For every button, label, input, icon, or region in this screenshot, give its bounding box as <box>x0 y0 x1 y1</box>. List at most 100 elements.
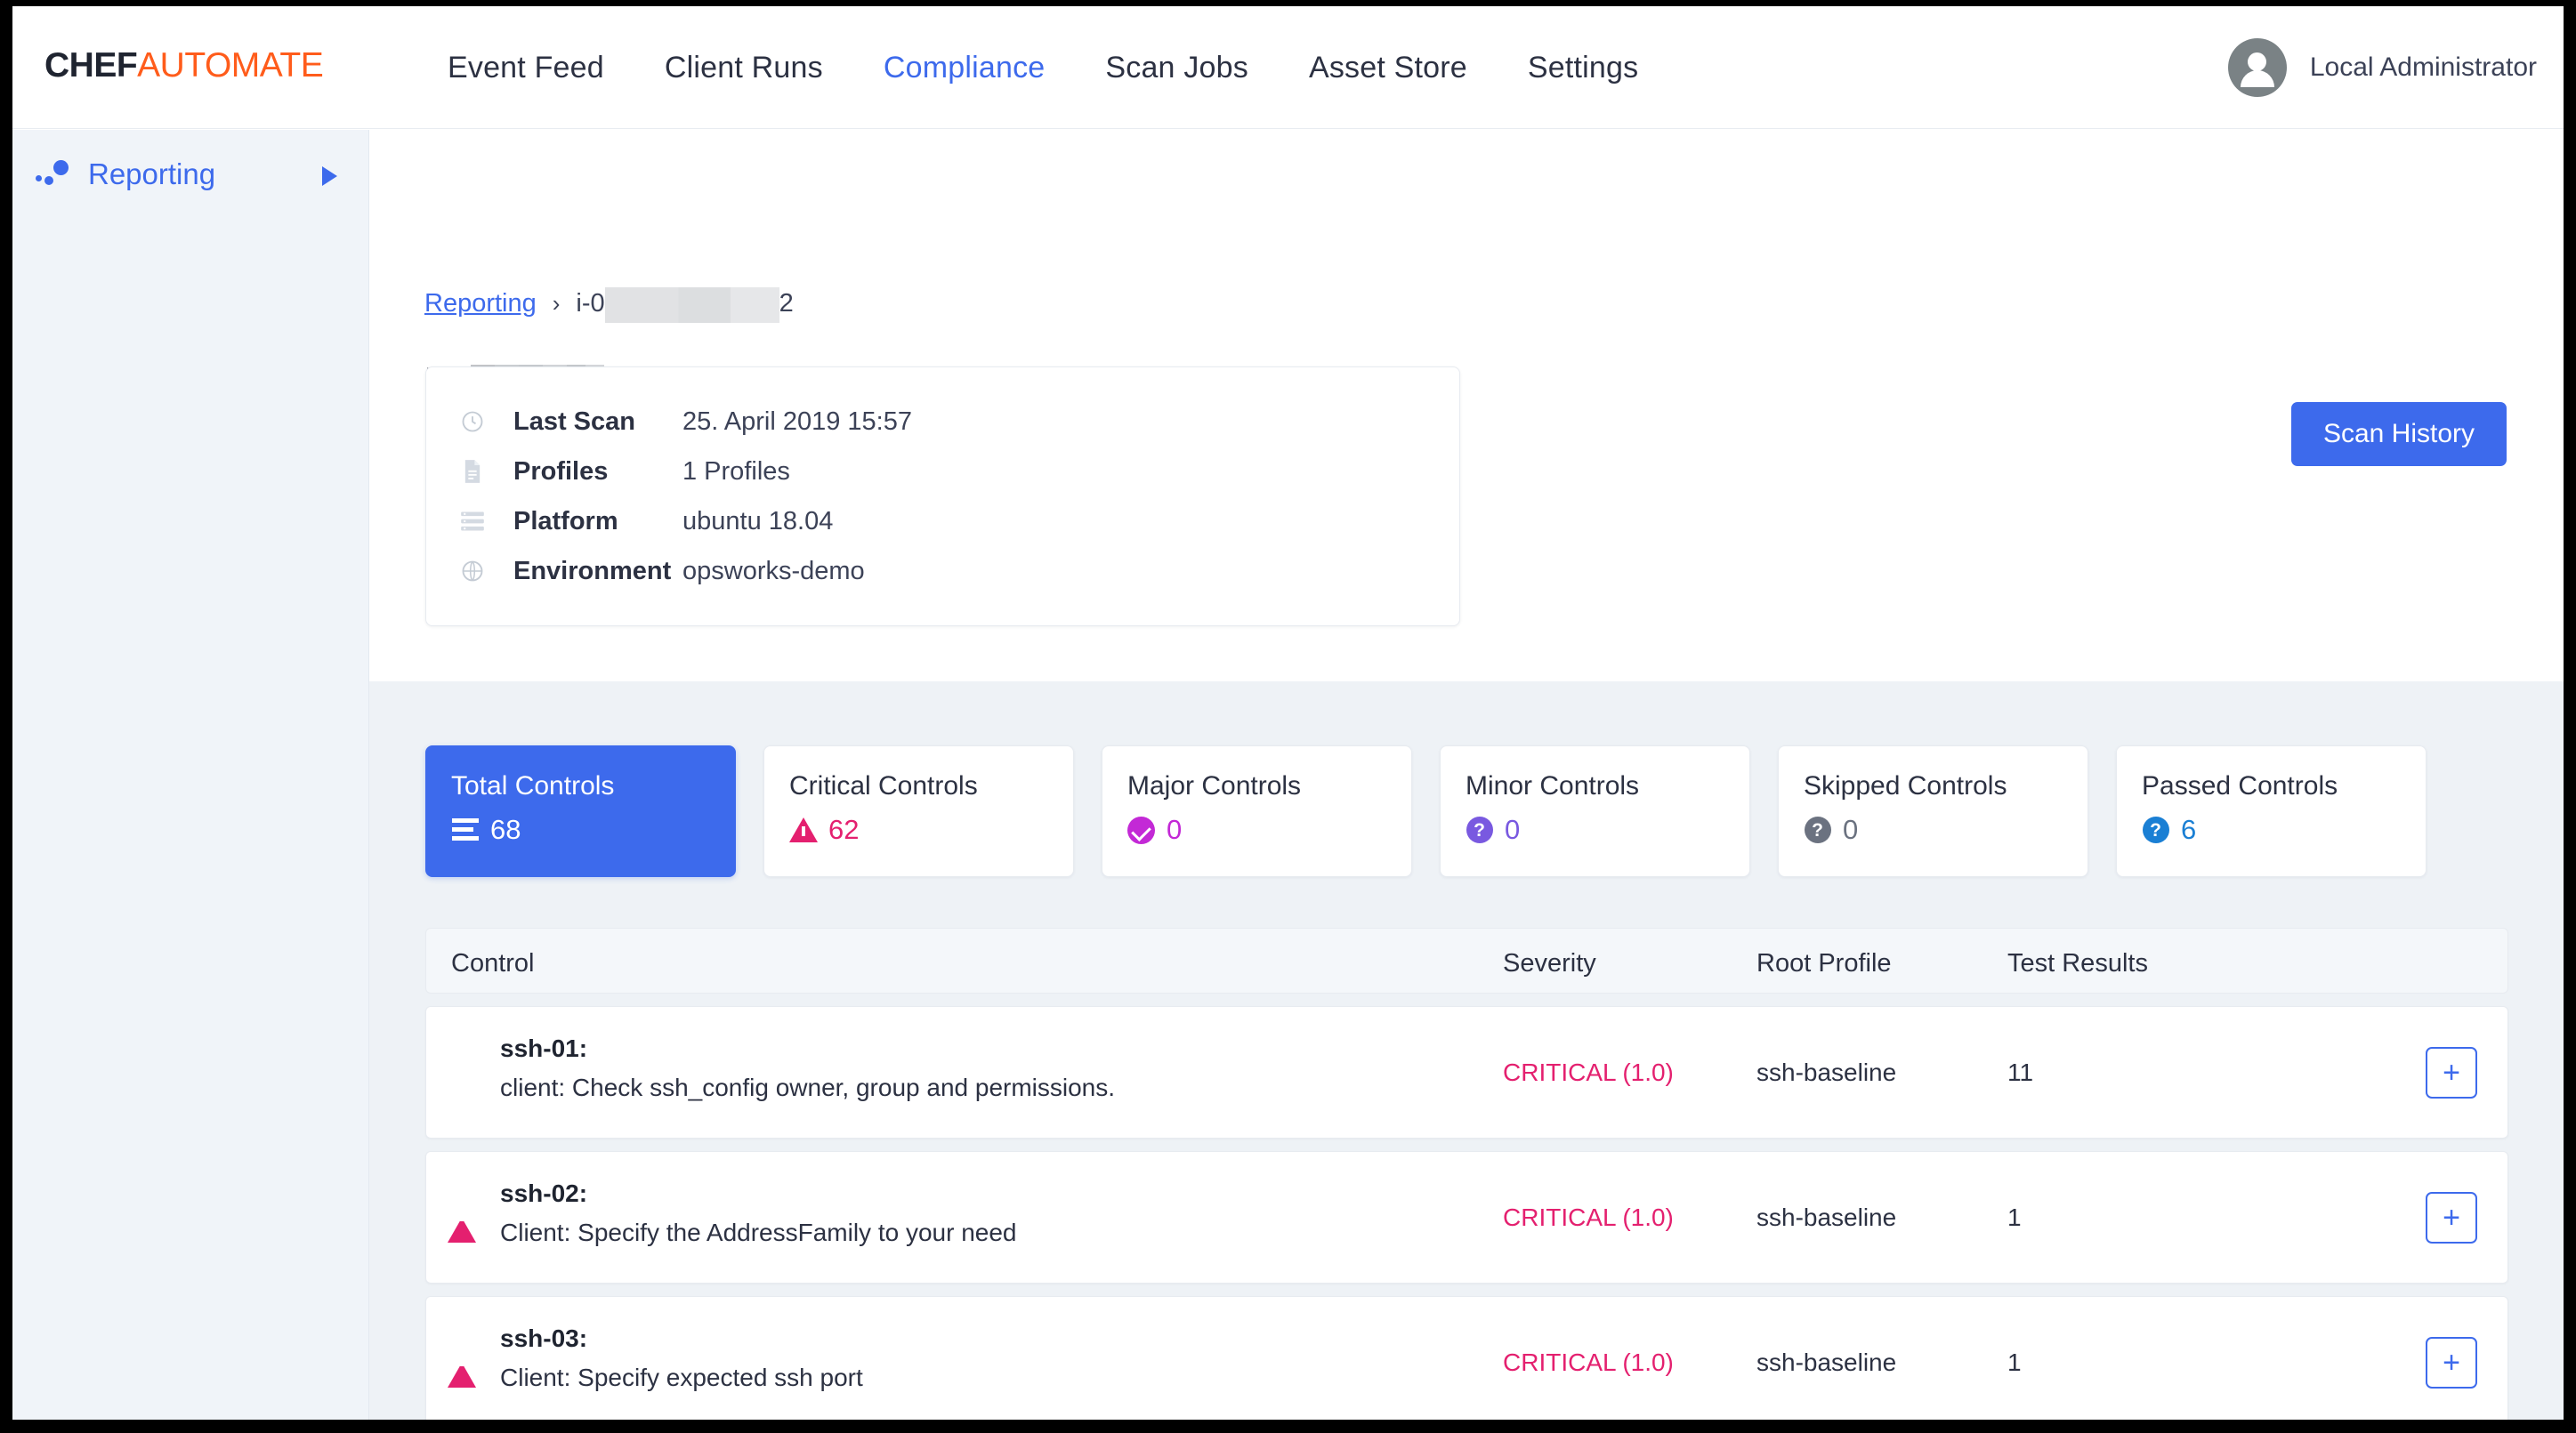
row-expand-button[interactable]: + <box>2426 1337 2477 1389</box>
stat-card-passed-controls[interactable]: Passed Controls ? 6 <box>2116 745 2427 877</box>
left-sidebar: Reporting <box>12 130 369 1420</box>
stat-value-minor-controls: 0 <box>1505 814 1521 845</box>
stat-title-minor-controls: Minor Controls <box>1466 771 1640 801</box>
stat-value-row-minor: ? 0 <box>1466 814 1749 846</box>
row-test-results: 11 <box>2007 1059 2034 1086</box>
stat-value-row-skipped: ? 0 <box>1804 814 2087 846</box>
row-control-description: Client: Specify expected ssh port <box>500 1364 863 1391</box>
stat-card-critical-controls[interactable]: Critical Controls 62 <box>763 745 1074 877</box>
server-list-icon <box>458 507 487 535</box>
screenshot-frame: CHEFAUTOMATE Event Feed Client Runs Comp… <box>0 0 2576 1433</box>
stat-card-skipped-controls[interactable]: Skipped Controls ? 0 <box>1778 745 2088 877</box>
caret-right-icon[interactable] <box>322 166 337 186</box>
info-value-last-scan: 25. April 2019 15:57 <box>682 407 912 436</box>
row-severity: CRITICAL (1.0) <box>1503 1348 1674 1376</box>
nav-item-compliance[interactable]: Compliance <box>853 51 1076 85</box>
breadcrumb-current-suffix: 2 <box>779 288 794 318</box>
row-control-id: ssh-01: <box>500 1034 588 1062</box>
nav-item-client-runs[interactable]: Client Runs <box>634 51 853 85</box>
info-value-environment: opsworks-demo <box>682 556 865 585</box>
row-control-id: ssh-03: <box>500 1324 588 1352</box>
info-row-platform: Platform ubuntu 18.04 <box>426 496 1459 546</box>
breadcrumb-current-prefix: i-0 <box>576 288 605 318</box>
breadcrumb-link-reporting[interactable]: Reporting <box>424 289 537 318</box>
table-row[interactable]: ssh-02: Client: Specify the AddressFamil… <box>425 1151 2508 1284</box>
row-test-results: 1 <box>2007 1204 2022 1231</box>
dot-large <box>53 160 69 175</box>
row-expand-button[interactable]: + <box>2426 1047 2477 1099</box>
row-root-profile: ssh-baseline <box>1756 1059 1897 1086</box>
question-circle-icon: ? <box>1804 817 1831 844</box>
info-value-profiles: 1 Profiles <box>682 456 790 486</box>
breadcrumb-separator-icon: › <box>552 289 561 317</box>
row-test-results: 1 <box>2007 1348 2022 1376</box>
stat-value-major-controls: 0 <box>1167 814 1183 845</box>
check-circle-icon <box>448 1058 478 1088</box>
info-label-profiles: Profiles <box>513 456 609 486</box>
breadcrumb: Reporting › i-0 2 <box>424 286 794 323</box>
stat-title-total-controls: Total Controls <box>451 771 615 801</box>
row-control-description: Client: Specify the AddressFamily to you… <box>500 1219 1017 1246</box>
info-row-last-scan: Last Scan 25. April 2019 15:57 <box>426 397 1459 447</box>
stat-value-skipped-controls: 0 <box>1843 814 1859 845</box>
stat-card-total-controls[interactable]: Total Controls 68 <box>425 745 736 877</box>
stat-value-critical-controls: 62 <box>828 814 860 845</box>
node-info-card: Last Scan 25. April 2019 15:57 Profiles … <box>425 366 1460 626</box>
breadcrumb-redaction-block <box>604 287 779 323</box>
table-header-row: Control Severity Root Profile Test Resul… <box>425 928 2508 994</box>
stat-title-passed-controls: Passed Controls <box>2142 771 2338 801</box>
info-label-environment: Environment <box>513 556 672 585</box>
table-row[interactable]: ssh-01: client: Check ssh_config owner, … <box>425 1006 2508 1139</box>
row-root-profile: ssh-baseline <box>1756 1348 1897 1376</box>
row-control-cell: ssh-03: Client: Specify expected ssh por… <box>500 1324 1479 1392</box>
question-circle-icon: ? <box>2142 817 2169 844</box>
row-root-profile: ssh-baseline <box>1756 1204 1897 1231</box>
stat-card-major-controls[interactable]: Major Controls 0 <box>1102 745 1412 877</box>
row-control-cell: ssh-02: Client: Specify the AddressFamil… <box>500 1179 1479 1247</box>
nav-item-scan-jobs[interactable]: Scan Jobs <box>1075 51 1279 85</box>
avatar-body-shape <box>2240 70 2274 87</box>
column-header-root-profile: Root Profile <box>1756 949 1892 978</box>
document-icon <box>458 457 487 486</box>
stat-value-row-passed: ? 6 <box>2142 814 2426 846</box>
user-menu[interactable]: Local Administrator <box>2227 6 2537 129</box>
detail-body-section: Total Controls 68 Critical Controls 62 M… <box>369 681 2564 1420</box>
stat-value-row-major: 0 <box>1127 814 1411 846</box>
stat-value-row-total: 68 <box>451 814 735 846</box>
table-row[interactable]: ssh-03: Client: Specify expected ssh por… <box>425 1296 2508 1420</box>
row-expand-button[interactable]: + <box>2426 1192 2477 1244</box>
nav-item-event-feed[interactable]: Event Feed <box>417 51 634 85</box>
stat-title-major-controls: Major Controls <box>1127 771 1302 801</box>
reporting-dots-icon <box>36 159 71 189</box>
primary-nav: Event Feed Client Runs Compliance Scan J… <box>417 6 1668 129</box>
stat-card-minor-controls[interactable]: Minor Controls ? 0 <box>1440 745 1750 877</box>
user-name-label: Local Administrator <box>2309 52 2537 82</box>
main-content: Reporting › i-0 2 i-0 2 Scan History Last … <box>369 130 2564 1420</box>
logo-automate-text: AUTOMATE <box>137 46 324 85</box>
browser-viewport: CHEFAUTOMATE Event Feed Client Runs Comp… <box>12 6 2564 1420</box>
dot-small <box>36 175 42 181</box>
nav-item-asset-store[interactable]: Asset Store <box>1279 51 1498 85</box>
column-header-test-results: Test Results <box>2007 949 2148 978</box>
user-avatar-icon <box>2227 38 2287 97</box>
info-row-environment: Environment opsworks-demo <box>426 546 1459 596</box>
globe-icon <box>458 557 487 585</box>
row-control-id: ssh-02: <box>500 1179 588 1207</box>
controls-table: Control Severity Root Profile Test Resul… <box>425 928 2508 1420</box>
warning-triangle-icon <box>448 1203 478 1243</box>
stat-title-skipped-controls: Skipped Controls <box>1804 771 2007 801</box>
sidebar-item-reporting[interactable]: Reporting <box>12 130 369 219</box>
info-label-last-scan: Last Scan <box>513 407 635 436</box>
check-circle-icon <box>1127 816 1155 844</box>
row-severity: CRITICAL (1.0) <box>1503 1204 1674 1231</box>
column-header-control: Control <box>451 949 535 978</box>
scan-history-button[interactable]: Scan History <box>2290 402 2507 466</box>
chef-automate-logo[interactable]: CHEFAUTOMATE <box>44 46 324 85</box>
nav-item-settings[interactable]: Settings <box>1498 51 1668 85</box>
stat-value-row-critical: 62 <box>788 814 1073 846</box>
stat-value-passed-controls: 6 <box>2181 814 2197 845</box>
sidebar-item-label: Reporting <box>88 157 216 190</box>
clock-icon <box>458 407 487 436</box>
info-value-platform: ubuntu 18.04 <box>682 506 834 535</box>
warning-triangle-icon <box>448 1348 478 1388</box>
